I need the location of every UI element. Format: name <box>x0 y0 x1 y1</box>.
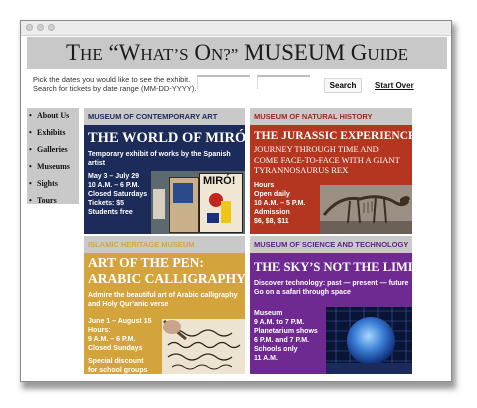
minimize-window-icon[interactable] <box>37 24 44 31</box>
search-button[interactable]: Search <box>324 78 362 93</box>
exhibit-description: Temporary exhibit of works by the Spanis… <box>88 151 231 167</box>
start-over-link[interactable]: Start Over <box>375 81 414 90</box>
exhibit-card-calligraphy[interactable]: ISLAMIC HERITAGE MUSEUM ART OF THE PEN: A… <box>84 236 245 374</box>
exhibit-title: THE SKY’S NOT THE LIMIT <box>254 260 412 274</box>
exhibit-info: Hours Open daily 10 A.M. – 5 P.M. Admission… <box>254 182 306 225</box>
exhibit-info: Museum 9 A.M. to 7 P.M. Planetarium shows 6… <box>254 310 318 362</box>
exhibit-subtitle: JOURNEY THROUGH TIME AND COME FACE-TO-FAC… <box>254 144 400 175</box>
sidebar-nav: About Us Exhibits Galleries Museums Sigh… <box>27 108 79 205</box>
exhibit-info: May 3 – July 29 10 A.M. – 6 P.M. Closed Sa… <box>88 173 148 216</box>
instruction-line: Search for tickets by date range (MM-DD-… <box>33 84 197 93</box>
card-body: THE JURASSIC EXPERIENCE JOURNEY THROUGH … <box>250 125 412 234</box>
exhibit-description: Admire the beautiful art of Arabic calli… <box>88 292 238 308</box>
museum-name: MUSEUM OF CONTEMPORARY ART <box>84 108 245 125</box>
exhibit-title: ART OF THE PEN: ARABIC CALLIGRAPHY <box>88 255 245 286</box>
sidebar-item-about-us[interactable]: About Us <box>27 111 79 124</box>
card-body: THE SKY’S NOT THE LIMIT Discover technol… <box>250 253 412 374</box>
dinosaur-skeleton-photo <box>320 185 412 234</box>
museum-name: MUSEUM OF NATURAL HISTORY <box>250 108 412 125</box>
miro-exhibit-photo: MIRÓ! <box>151 171 245 234</box>
page-title: THE “WHAT’S ON?” MUSEUM GUIDE <box>65 40 408 65</box>
museum-name: MUSEUM OF SCIENCE AND TECHNOLOGY <box>250 236 412 253</box>
window-titlebar <box>21 21 451 36</box>
sidebar-item-museums[interactable]: Museums <box>27 162 79 175</box>
calligraphy-photo <box>162 319 245 374</box>
page-banner: THE “WHAT’S ON?” MUSEUM GUIDE <box>27 37 447 69</box>
sidebar-item-exhibits[interactable]: Exhibits <box>27 128 79 141</box>
exhibit-title: THE WORLD OF MIRÓ <box>88 130 245 146</box>
instruction-line: Pick the dates you would like to see the… <box>33 75 191 84</box>
sidebar-item-tours[interactable]: Tours <box>27 196 79 209</box>
exhibit-card-miro[interactable]: MUSEUM OF CONTEMPORARY ART THE WORLD OF … <box>84 108 245 234</box>
exhibit-card-jurassic[interactable]: MUSEUM OF NATURAL HISTORY THE JURASSIC E… <box>250 108 412 234</box>
planetarium-photo <box>326 307 412 374</box>
card-body: ART OF THE PEN: ARABIC CALLIGRAPHY Admire… <box>84 253 245 374</box>
museum-name: ISLAMIC HERITAGE MUSEUM <box>84 236 245 253</box>
close-window-icon[interactable] <box>26 24 33 31</box>
exhibit-title: THE JURASSIC EXPERIENCE <box>254 130 412 142</box>
end-date-input[interactable] <box>257 75 310 89</box>
discount-note: Special discount for school groups <box>88 358 148 374</box>
sidebar-item-sights[interactable]: Sights <box>27 179 79 192</box>
sidebar-item-galleries[interactable]: Galleries <box>27 145 79 158</box>
exhibit-description: Discover technology: past — present — fu… <box>254 280 409 296</box>
exhibit-card-sky[interactable]: MUSEUM OF SCIENCE AND TECHNOLOGY THE SKY… <box>250 236 412 374</box>
card-body: THE WORLD OF MIRÓ Temporary exhibit of w… <box>84 125 245 234</box>
search-instructions: Pick the dates you would like to see the… <box>33 75 203 93</box>
zoom-window-icon[interactable] <box>48 24 55 31</box>
miro-poster-text: MIRÓ! <box>203 175 236 187</box>
browser-window: THE “WHAT’S ON?” MUSEUM GUIDE Pick the d… <box>20 20 452 382</box>
exhibit-info: June 1 – August 15 Hours: 9 A.M. – 6 P.M. C… <box>88 318 152 352</box>
start-date-input[interactable] <box>197 75 250 89</box>
